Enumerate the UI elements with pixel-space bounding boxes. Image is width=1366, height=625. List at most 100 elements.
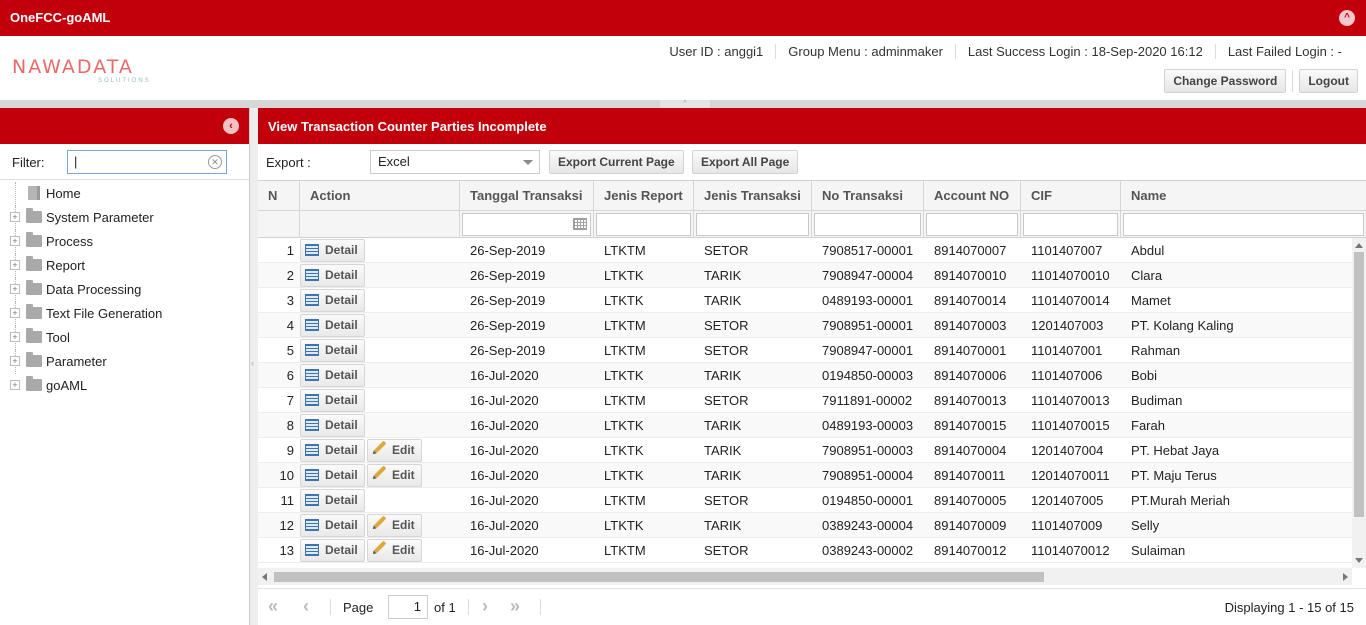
page-number-input[interactable]: 1 [388,595,428,619]
cell-name: Mamet [1131,293,1171,308]
expand-icon[interactable]: + [10,308,20,318]
table-row[interactable]: 1 Detail 26-Sep-2019 LTKTM SETOR 7908517-0000… [258,238,1352,263]
sidebar-item-goaml[interactable]: + goAML [0,374,249,398]
date-filter-input[interactable] [462,213,591,236]
split-bar[interactable]: ^ [0,100,1366,108]
logout-button[interactable]: Logout [1299,69,1358,93]
expand-icon[interactable]: + [10,212,20,222]
sidebar-item-label: Data Processing [46,282,142,297]
filter-input[interactable]: | ✕ [67,150,227,174]
scroll-up-icon[interactable] [1355,243,1363,248]
column-header-name[interactable]: Name [1121,181,1366,210]
expand-icon[interactable]: + [10,356,20,366]
table-row[interactable]: 5 Detail 26-Sep-2019 LTKTM SETOR 7908947-0000… [258,338,1352,363]
table-row[interactable]: 11 Detail 16-Jul-2020 LTKTM SETOR 0194850-000… [258,488,1352,513]
column-header-action[interactable]: Action [300,181,460,210]
scroll-thumb[interactable] [1354,252,1364,517]
table-row[interactable]: 4 Detail 26-Sep-2019 LTKTM SETOR 7908951-0000… [258,313,1352,338]
column-header-no-transaksi[interactable]: No Transaksi [812,181,924,210]
sidebar-item-report[interactable]: + Report [0,254,249,278]
export-format-select[interactable]: Excel [370,150,540,174]
collapse-header-icon[interactable]: ^ [1339,10,1355,26]
scroll-right-icon[interactable] [1343,573,1348,581]
split-handle-icon[interactable]: ^ [660,100,710,108]
sidebar-header: ‹ [0,108,249,144]
column-header-cif[interactable]: CIF [1021,181,1121,210]
jenis-transaksi-filter-input[interactable] [696,213,809,236]
edit-button[interactable]: Edit [367,539,422,562]
app-titlebar: OneFCC-goAML ^ [0,0,1366,36]
cell-jenis-report: LTKTK [604,443,644,458]
calendar-icon[interactable] [573,218,587,230]
vertical-scrollbar[interactable] [1352,238,1366,568]
jenis-report-filter-input[interactable] [596,213,691,236]
detail-button[interactable]: Detail [300,314,365,337]
sidebar-item-parameter[interactable]: + Parameter [0,350,249,374]
detail-button[interactable]: Detail [300,439,365,462]
table-row[interactable]: 2 Detail 26-Sep-2019 LTKTK TARIK 7908947-0000… [258,263,1352,288]
table-row[interactable]: 7 Detail 16-Jul-2020 LTKTM SETOR 7911891-0000… [258,388,1352,413]
next-page-icon[interactable]: › [482,597,488,615]
table-row[interactable]: 6 Detail 16-Jul-2020 LTKTK TARIK 0194850-0000… [258,363,1352,388]
table-row[interactable]: 12 Detail Edit 16-Jul-2020 LTKTK TARIK 0389243… [258,513,1352,538]
table-row[interactable]: 8 Detail 16-Jul-2020 LTKTK TARIK 0489193-0000… [258,413,1352,438]
edit-button[interactable]: Edit [367,514,422,537]
detail-button[interactable]: Detail [300,539,365,562]
cell-jenis-transaksi: SETOR [704,343,749,358]
cif-filter-input[interactable] [1023,213,1118,236]
expand-icon[interactable]: + [10,260,20,270]
column-header-n[interactable]: N [258,181,300,210]
scroll-thumb[interactable] [274,572,1044,582]
table-row[interactable]: 10 Detail Edit 16-Jul-2020 LTKTK TARIK 7908951… [258,463,1352,488]
sidebar-item-home[interactable]: Home [0,182,249,206]
detail-button[interactable]: Detail [300,239,365,262]
cell-name: Selly [1131,518,1160,533]
horizontal-scrollbar[interactable] [258,568,1352,585]
export-all-page-button[interactable]: Export All Page [692,150,799,174]
expand-icon[interactable]: + [10,284,20,294]
detail-button[interactable]: Detail [300,489,365,512]
first-page-icon[interactable]: « [268,597,278,615]
edit-button[interactable]: Edit [367,439,422,462]
sidebar-item-system-parameter[interactable]: + System Parameter [0,206,249,230]
collapse-sidebar-icon[interactable]: ‹ [223,118,239,134]
detail-button[interactable]: Detail [300,414,365,437]
column-header-jenis-transaksi[interactable]: Jenis Transaksi [694,181,812,210]
detail-button[interactable]: Detail [300,339,365,362]
expand-icon[interactable]: + [10,332,20,342]
edit-button[interactable]: Edit [367,464,422,487]
detail-button[interactable]: Detail [300,289,365,312]
name-filter-input[interactable] [1123,213,1364,236]
column-header-jenis-report[interactable]: Jenis Report [594,181,694,210]
detail-button-label: Detail [325,543,358,557]
prev-page-icon[interactable]: ‹ [303,597,309,615]
sidebar-item-process[interactable]: + Process [0,230,249,254]
sidebar-item-label: Report [46,258,86,273]
scroll-left-icon[interactable] [262,573,267,581]
column-header-account-no[interactable]: Account NO [924,181,1021,210]
sidebar-item-text-file-generation[interactable]: + Text File Generation [0,302,249,326]
change-password-button[interactable]: Change Password [1164,69,1287,93]
clear-icon[interactable]: ✕ [208,155,222,169]
table-row[interactable]: 13 Detail Edit 16-Jul-2020 LTKTM SETOR 0389243… [258,538,1352,563]
export-current-page-button[interactable]: Export Current Page [549,150,684,174]
table-row[interactable]: 3 Detail 26-Sep-2019 LTKTK TARIK 0489193-0000… [258,288,1352,313]
sidebar-item-tool[interactable]: + Tool [0,326,249,350]
table-row[interactable]: 9 Detail Edit 16-Jul-2020 LTKTK TARIK 7908951-… [258,438,1352,463]
last-page-icon[interactable]: » [510,597,520,615]
no-transaksi-filter-input[interactable] [814,213,921,236]
account-no-filter-input[interactable] [926,213,1018,236]
detail-button[interactable]: Detail [300,389,365,412]
scroll-down-icon[interactable] [1355,558,1363,563]
cell-account-no: 8914070013 [934,393,1007,408]
expand-icon[interactable]: + [10,380,20,390]
cell-name: PT. Hebat Jaya [1131,443,1220,458]
detail-button[interactable]: Detail [300,464,365,487]
detail-button[interactable]: Detail [300,364,365,387]
column-header-tanggal-transaksi[interactable]: Tanggal Transaksi [460,181,594,210]
panel-splitter[interactable]: ‹ [250,108,258,625]
expand-icon[interactable]: + [10,236,20,246]
detail-button[interactable]: Detail [300,264,365,287]
detail-button[interactable]: Detail [300,514,365,537]
sidebar-item-data-processing[interactable]: + Data Processing [0,278,249,302]
